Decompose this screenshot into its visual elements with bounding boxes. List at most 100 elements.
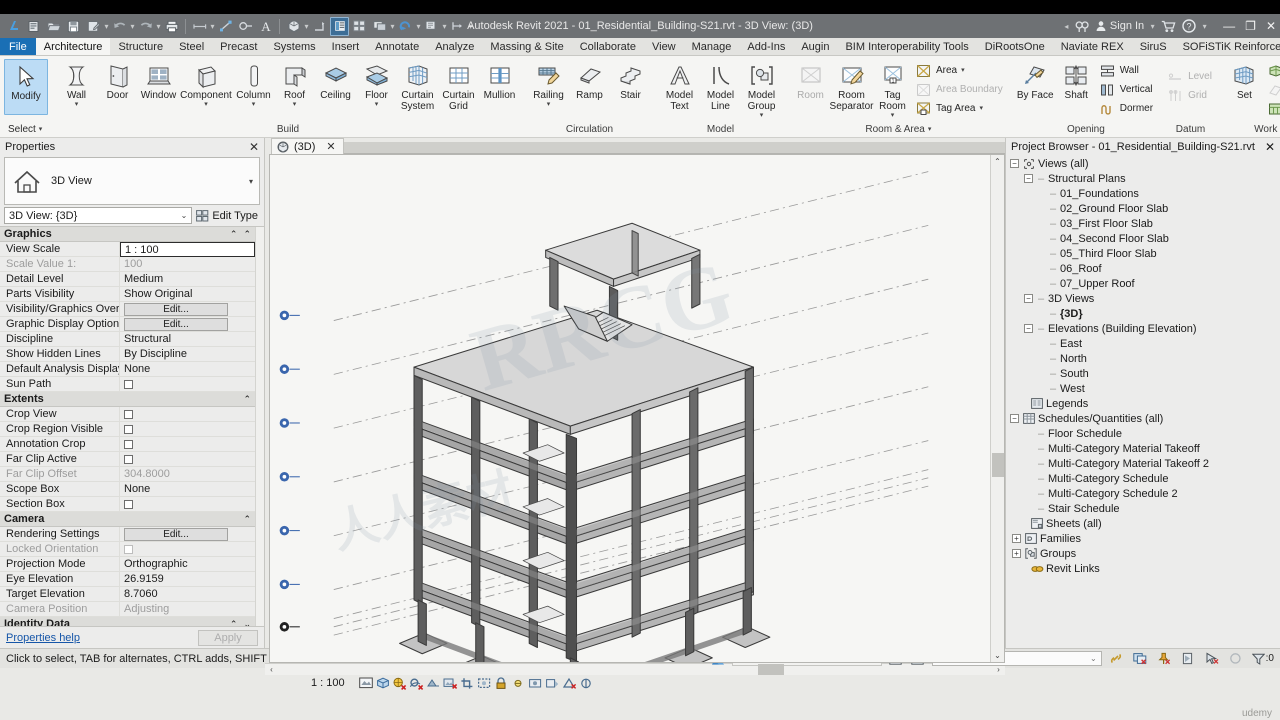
aligned-dimension-icon[interactable] <box>216 17 235 36</box>
tab-architecture[interactable]: Architecture <box>36 38 111 55</box>
redo-icon[interactable] <box>136 17 155 36</box>
tree-item-02-ground-floor-slab[interactable]: –02_Ground Floor Slab <box>1006 201 1280 216</box>
lock-3d-view-icon[interactable] <box>493 675 510 691</box>
tree-item-views-all[interactable]: − Views (all) <box>1006 156 1280 171</box>
shadows-off-icon[interactable] <box>425 675 442 691</box>
work-plane-viewer-tool[interactable]: Viewer <box>1265 99 1280 118</box>
properties-scrollbar[interactable] <box>255 227 264 626</box>
tree-item-multi-category-schedule-2[interactable]: –Multi-Category Schedule 2 <box>1006 486 1280 501</box>
visual-style-icon[interactable] <box>391 675 408 691</box>
floor-dropdown-arrow[interactable]: ▾ <box>375 102 379 108</box>
horizontal-scroll-thumb[interactable] <box>758 664 784 675</box>
tab-massing-and-site[interactable]: Massing & Site <box>482 38 571 55</box>
property-row-parts-visibility[interactable]: Parts Visibility Show Original <box>0 287 255 302</box>
tree-item-multi-category-schedule[interactable]: –Multi-Category Schedule <box>1006 471 1280 486</box>
switch-windows-icon[interactable] <box>370 17 389 36</box>
property-value[interactable]: 8.7060 <box>120 587 255 601</box>
properties-type-preview[interactable]: 3D View ▾ <box>4 157 260 205</box>
scale-control-icon[interactable] <box>357 675 374 691</box>
properties-help-link[interactable]: Properties help <box>6 632 80 644</box>
by-face-tool[interactable]: By Face <box>1015 59 1056 102</box>
roof-dropdown-arrow[interactable]: ▾ <box>293 102 297 108</box>
properties-section-camera[interactable]: Camera ⌃ <box>0 512 255 527</box>
tree-item-05-third-floor-slab[interactable]: –05_Third Floor Slab <box>1006 246 1280 261</box>
help-search-icon[interactable] <box>1075 20 1089 33</box>
tab-structure[interactable]: Structure <box>110 38 171 55</box>
expander-icon[interactable]: − <box>1024 174 1033 183</box>
vertical-scroll-thumb[interactable] <box>992 453 1004 477</box>
detail-level-icon[interactable] <box>374 675 391 691</box>
expander-icon[interactable]: − <box>1024 294 1033 303</box>
property-row-section-box[interactable]: Section Box <box>0 497 255 512</box>
tab-augin[interactable]: Augin <box>793 38 837 55</box>
tab-file[interactable]: File <box>0 38 36 55</box>
property-row-visibility-graphics[interactable]: Visibility/Graphics Over... Edit... <box>0 302 255 317</box>
show-crop-region-icon[interactable] <box>476 675 493 691</box>
crop-region-visible-checkbox[interactable] <box>124 425 133 434</box>
view-tab-close-icon[interactable]: ✕ <box>326 140 335 153</box>
area-boundary-tool[interactable]: Area Boundary <box>913 80 1007 99</box>
tree-item-west[interactable]: –West <box>1006 381 1280 396</box>
tab-precast[interactable]: Precast <box>212 38 265 55</box>
component-tool[interactable]: Component ▾ <box>179 59 233 108</box>
tag-area-tool[interactable]: Tag Area ▾ <box>913 99 1007 118</box>
roof-tool[interactable]: Roof ▾ <box>274 59 315 108</box>
properties-section-graphics[interactable]: Graphics ⌃ ⌃ <box>0 227 255 242</box>
scroll-right-arrow-icon[interactable]: › <box>992 665 1005 674</box>
reveal-constraints-icon[interactable] <box>578 675 595 691</box>
property-row-crop-region-visible[interactable]: Crop Region Visible <box>0 422 255 437</box>
tree-item-03-first-floor-slab[interactable]: –03_First Floor Slab <box>1006 216 1280 231</box>
tree-item-legends[interactable]: Legends <box>1006 396 1280 411</box>
expander-icon[interactable]: − <box>1010 159 1019 168</box>
tree-item-south[interactable]: –South <box>1006 366 1280 381</box>
curtain-system-tool[interactable]: Curtain System <box>397 59 438 113</box>
scroll-up-arrow-icon[interactable]: ⌃ <box>994 155 1001 168</box>
property-value[interactable]: Orthographic <box>120 557 255 571</box>
tab-collaborate[interactable]: Collaborate <box>572 38 644 55</box>
tag-room-dropdown-arrow[interactable]: ▾ <box>891 113 895 119</box>
model-group-tool[interactable]: Model Group ▾ <box>741 59 782 119</box>
select-all-icon[interactable] <box>1228 651 1244 666</box>
save-as-icon[interactable] <box>84 17 103 36</box>
drag-elements-icon[interactable] <box>1204 651 1220 666</box>
close-window-button[interactable]: ✕ <box>1266 19 1276 33</box>
stair-tool[interactable]: Stair <box>610 59 651 102</box>
show-work-plane-tool[interactable]: Show <box>1265 61 1280 80</box>
select-pinned-icon[interactable] <box>1156 651 1172 666</box>
expander-icon[interactable]: − <box>1010 414 1019 423</box>
crop-view-off-icon[interactable] <box>459 675 476 691</box>
close-project-browser-icon[interactable]: ✕ <box>1265 140 1275 154</box>
tree-item-north[interactable]: –North <box>1006 351 1280 366</box>
visibility-graphics-edit-button[interactable]: Edit... <box>124 303 228 316</box>
tree-item-multi-category-material-takeoff-2[interactable]: –Multi-Category Material Takeoff 2 <box>1006 456 1280 471</box>
property-row-far-clip-active[interactable]: Far Clip Active <box>0 452 255 467</box>
temporary-hide-isolate-icon[interactable] <box>510 675 527 691</box>
wall-tool[interactable]: Wall ▾ <box>56 59 97 108</box>
property-value[interactable]: By Discipline <box>120 347 255 361</box>
sync-icon[interactable] <box>396 17 415 36</box>
tab-add-ins[interactable]: Add-Ins <box>739 38 793 55</box>
help-icon[interactable]: ? <box>1182 19 1196 33</box>
reveal-hidden-elements-icon[interactable] <box>527 675 544 691</box>
select-group-title[interactable]: Select▾ <box>4 122 48 137</box>
select-links-icon[interactable] <box>1108 651 1124 666</box>
thin-lines-icon[interactable] <box>330 17 349 36</box>
rendering-settings-edit-button[interactable]: Edit... <box>124 528 228 541</box>
expander-icon[interactable]: + <box>1012 534 1021 543</box>
expander-icon[interactable]: − <box>1024 324 1033 333</box>
tree-item-stair-schedule[interactable]: –Stair Schedule <box>1006 501 1280 516</box>
graphics-collapse-icon[interactable]: ⌃ <box>230 229 238 240</box>
railing-tool[interactable]: Railing ▾ <box>528 59 569 108</box>
area-dropdown-arrow[interactable]: ▾ <box>961 68 965 74</box>
property-row-rendering-settings[interactable]: Rendering Settings Edit... <box>0 527 255 542</box>
component-dropdown-arrow[interactable]: ▾ <box>204 102 208 108</box>
graphic-display-options-edit-button[interactable]: Edit... <box>124 318 228 331</box>
set-work-plane-tool[interactable]: Set <box>1224 59 1265 102</box>
property-value[interactable]: Structural <box>120 332 255 346</box>
close-properties-icon[interactable]: ✕ <box>249 140 259 154</box>
tab-bim-interoperability-tools[interactable]: BIM Interoperability Tools <box>837 38 976 55</box>
text-icon[interactable]: A <box>256 17 275 36</box>
property-row-eye-elevation[interactable]: Eye Elevation 26.9159 <box>0 572 255 587</box>
property-row-target-elevation[interactable]: Target Elevation 8.7060 <box>0 587 255 602</box>
column-tool[interactable]: Column ▾ <box>233 59 274 108</box>
